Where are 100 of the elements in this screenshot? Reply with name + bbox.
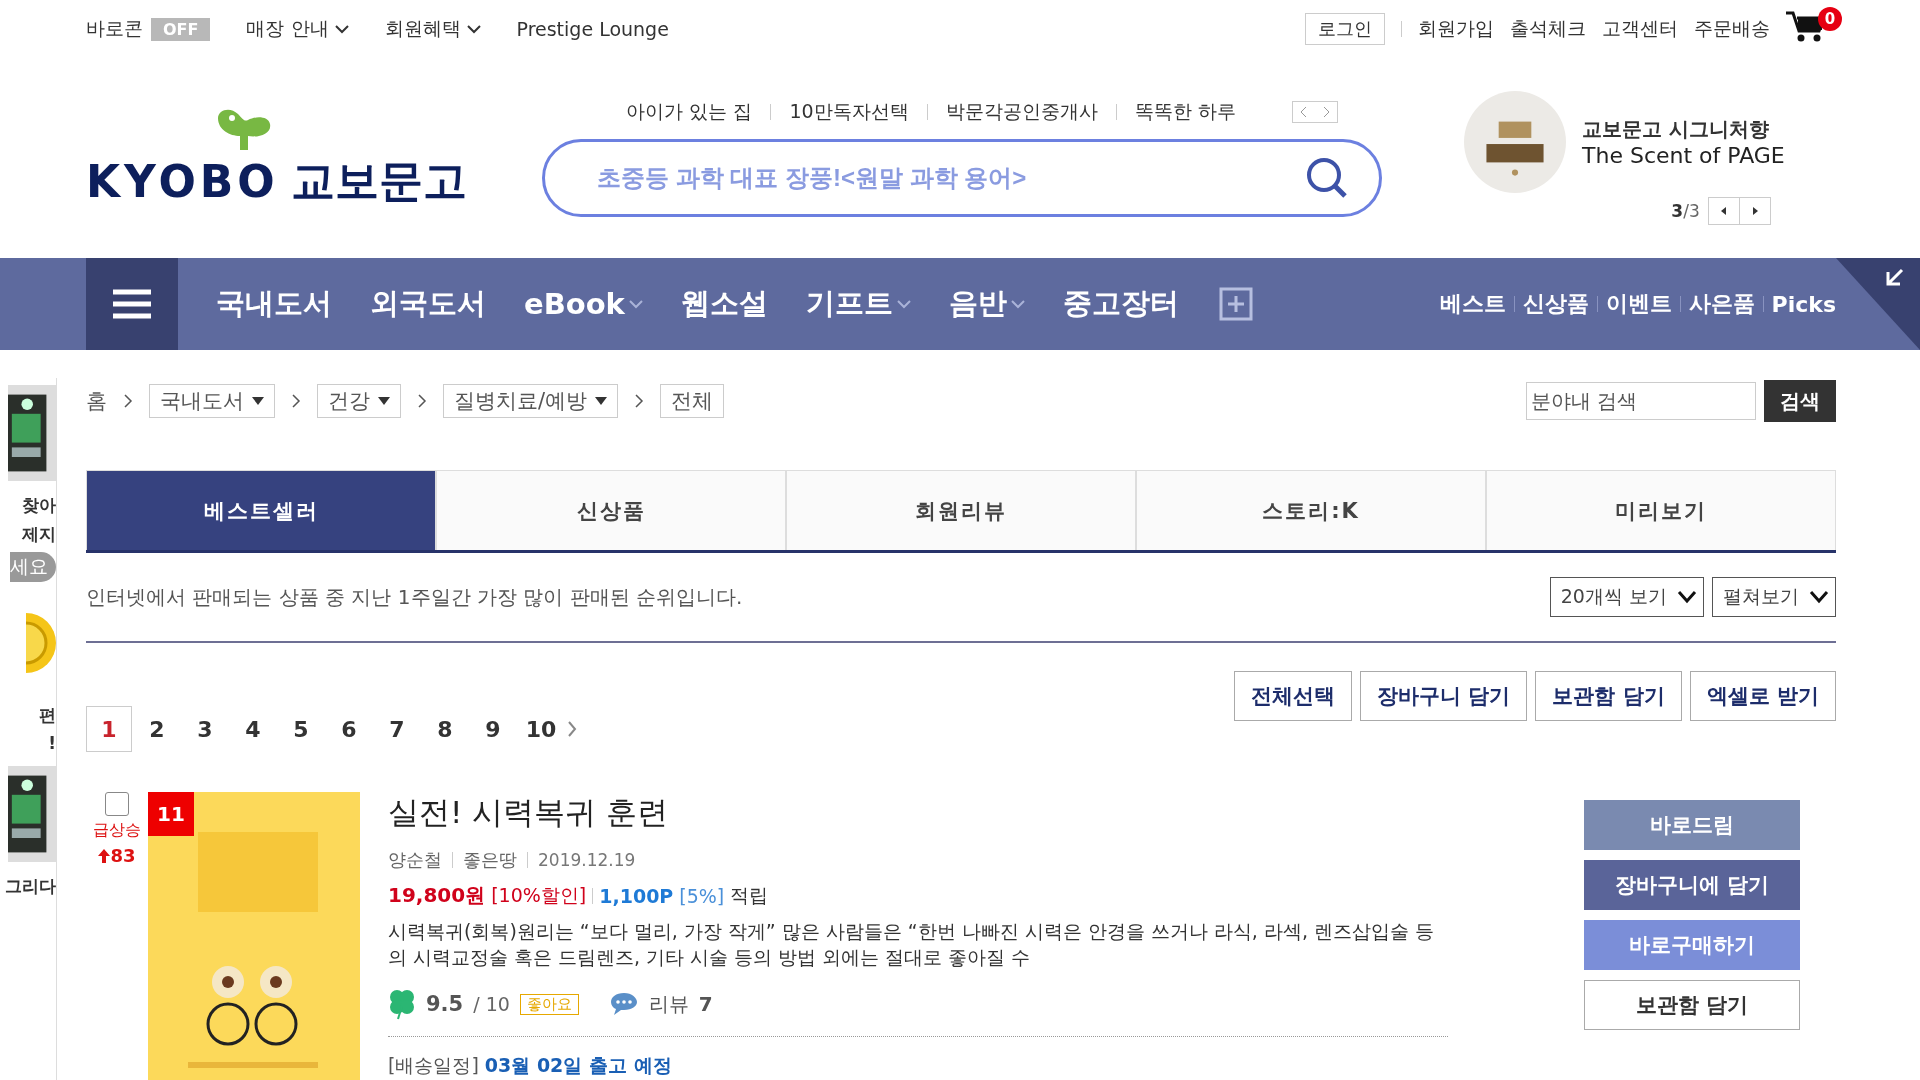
author[interactable]: 양순철	[388, 848, 442, 872]
top-link[interactable]: 주문배송	[1694, 16, 1770, 42]
view-select[interactable]: 펼쳐보기	[1712, 577, 1836, 617]
quick-link[interactable]: 똑똑한 하루	[1134, 99, 1236, 125]
page-link[interactable]: 7	[374, 706, 420, 752]
points: 1,100P	[599, 884, 674, 907]
chevron-right-icon	[417, 393, 427, 409]
checkbox[interactable]	[105, 792, 129, 816]
chevron-down-icon	[334, 24, 349, 34]
breadcrumb-dropdown[interactable]: 국내도서	[149, 384, 275, 418]
page-link[interactable]: 5	[278, 706, 324, 752]
action-button[interactable]: 엑셀로 받기	[1689, 671, 1836, 721]
rank-badge: 11	[148, 792, 194, 836]
logo-text[interactable]: KYOBO	[86, 155, 279, 207]
page-link[interactable]: 2	[134, 706, 180, 752]
search-button[interactable]: 검색	[1764, 380, 1836, 422]
category-search-field[interactable]: 분야내 검색	[1526, 382, 1756, 420]
chevron-down-icon	[1809, 590, 1829, 604]
nav-link[interactable]: Picks	[1771, 291, 1836, 317]
nav-item[interactable]: eBook	[524, 287, 643, 321]
trend-label: 급상승	[93, 820, 141, 841]
view-select[interactable]: 20개씩 보기	[1549, 577, 1704, 617]
sidebar-text: 편	[39, 704, 56, 727]
search-box[interactable]: 초중등 과학 대표 장풍!<원말 과학 용어>	[542, 139, 1382, 217]
purchase-button[interactable]: 장바구니에 담기	[1584, 860, 1800, 910]
nav-link[interactable]: 베스트	[1439, 289, 1506, 319]
chevron-down-icon	[896, 299, 911, 309]
clover-icon	[388, 988, 416, 1021]
sidebar-text: 제지	[22, 523, 56, 546]
quick-link[interactable]: 아이가 있는 집	[626, 99, 753, 125]
breadcrumb-dropdown[interactable]: 전체	[660, 384, 725, 418]
logo-korean-text[interactable]: 교보문고	[290, 151, 467, 211]
login-button[interactable]: 로그인	[1305, 13, 1385, 45]
book-title[interactable]: 실전! 시력복귀 훈련	[388, 792, 1448, 834]
search-icon[interactable]	[1305, 156, 1349, 200]
nav-link[interactable]: 이벤트	[1605, 289, 1672, 319]
action-button[interactable]: 보관함 담기	[1535, 671, 1682, 721]
top-menu-link[interactable]: 회원혜택	[384, 16, 481, 42]
up-arrow-icon	[98, 848, 111, 863]
discount: [10%할인]	[491, 882, 587, 908]
rank-change: 83	[110, 845, 136, 866]
add-icon[interactable]	[1218, 287, 1253, 321]
page-link[interactable]: 8	[422, 706, 468, 752]
review-count[interactable]: 7	[698, 992, 713, 1017]
purchase-button[interactable]: 보관함 담기	[1584, 980, 1800, 1030]
breadcrumb-dropdown[interactable]: 건강	[317, 384, 401, 418]
sidebar-text: 그리다	[5, 875, 56, 898]
nav-item[interactable]: 기프트	[805, 284, 911, 324]
chevron-down-icon	[628, 299, 643, 309]
page-link[interactable]: 6	[326, 706, 372, 752]
nav-link[interactable]: 사은품	[1688, 289, 1755, 319]
quick-link[interactable]: 10만독자선택	[789, 99, 909, 125]
caret-icon	[252, 397, 264, 405]
nav-link[interactable]: 신상품	[1522, 289, 1589, 319]
tab[interactable]: 신상품	[436, 470, 786, 550]
menu-button[interactable]	[86, 258, 178, 350]
breadcrumb-dropdown[interactable]: 질병치료/예방	[443, 384, 619, 418]
tab[interactable]: 회원리뷰	[786, 470, 1136, 550]
rating-max: / 10	[473, 993, 510, 1016]
page-link[interactable]: 1	[86, 706, 132, 752]
publish-date: 2019.12.19	[538, 850, 636, 870]
chevron-down-icon	[466, 24, 481, 34]
page-link[interactable]: 3	[182, 706, 228, 752]
tab[interactable]: 스토리:K	[1136, 470, 1486, 550]
chevron-right-icon[interactable]	[566, 720, 578, 738]
breadcrumb-home[interactable]: 홈	[86, 387, 107, 415]
sidebar-text: !	[48, 733, 56, 753]
top-link[interactable]: 고객센터	[1602, 16, 1678, 42]
shipping-date: 03월 02일 출고 예정	[484, 1053, 672, 1079]
promo-title[interactable]: 교보문고 시그니처향	[1582, 116, 1785, 143]
rating-score: 9.5	[426, 992, 464, 1017]
chevron-down-icon	[1010, 299, 1025, 309]
page-link[interactable]: 10	[518, 706, 564, 752]
quick-link[interactable]: 박문각공인중개사	[945, 99, 1098, 125]
nav-item[interactable]: 웹소설	[680, 284, 768, 324]
rating-tag: 좋아요	[519, 993, 579, 1015]
nav-item[interactable]: 중고장터	[1062, 284, 1179, 324]
tab[interactable]: 베스트셀러	[86, 470, 436, 550]
promo-subtitle[interactable]: The Scent of PAGE	[1582, 143, 1785, 168]
action-button[interactable]: 전체선택	[1234, 671, 1353, 721]
cart-count-badge: 0	[1818, 7, 1842, 31]
nav-item[interactable]: 음반	[948, 284, 1025, 324]
tab[interactable]: 미리보기	[1486, 470, 1836, 550]
review-label[interactable]: 리뷰	[648, 990, 689, 1018]
search-field[interactable]: 초중등 과학 대표 장풍!<원말 과학 용어>	[595, 163, 1305, 193]
action-button[interactable]: 장바구니 담기	[1360, 671, 1528, 721]
sidebar-text: 찾아	[22, 494, 56, 517]
page-link[interactable]: 4	[230, 706, 276, 752]
nav-item[interactable]: 국내도서	[216, 284, 332, 324]
chevron-right-icon	[634, 393, 645, 409]
top-menu-link[interactable]: Prestige Lounge	[516, 18, 669, 40]
publisher[interactable]: 좋은땅	[463, 848, 517, 872]
promo-page-current: 3	[1671, 201, 1684, 221]
shipping-label: [배송일정]	[388, 1053, 479, 1079]
top-menu-link[interactable]: 매장 안내	[246, 16, 349, 42]
top-link[interactable]: 회원가입	[1418, 16, 1494, 42]
top-link[interactable]: 출석체크	[1510, 16, 1586, 42]
menu-icon[interactable]	[113, 289, 151, 319]
nav-item[interactable]: 외국도서	[370, 284, 486, 324]
page-link[interactable]: 9	[470, 706, 516, 752]
